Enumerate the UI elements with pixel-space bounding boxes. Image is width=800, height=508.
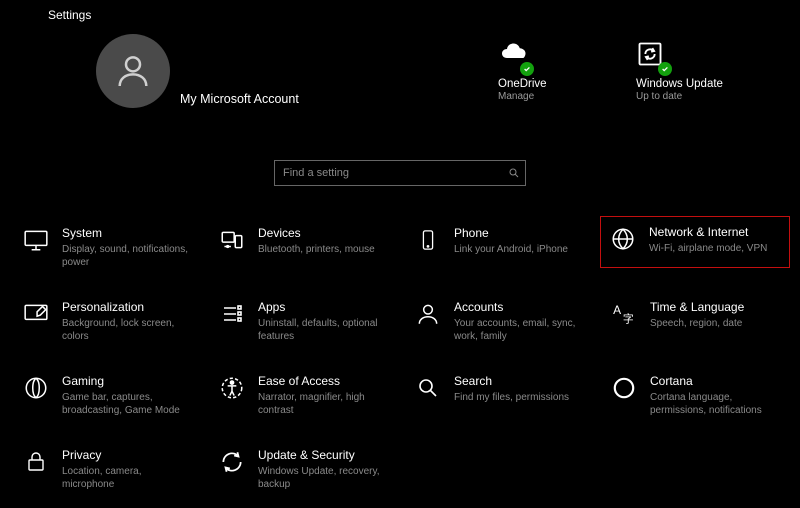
header: My Microsoft Account OneDrive Manage Win… bbox=[0, 34, 800, 124]
personalization-icon bbox=[22, 300, 50, 328]
category-subtitle: Link your Android, iPhone bbox=[454, 243, 586, 256]
category-gaming[interactable]: Gaming Game bar, captures, broadcasting, … bbox=[14, 368, 202, 423]
category-title: Personalization bbox=[62, 300, 194, 315]
category-subtitle: Cortana language, permissions, notificat… bbox=[650, 391, 782, 417]
category-title: Search bbox=[454, 374, 586, 389]
apps-icon bbox=[218, 300, 246, 328]
update-security-icon bbox=[218, 448, 246, 476]
category-subtitle: Uninstall, defaults, optional features bbox=[258, 317, 390, 343]
gaming-icon bbox=[22, 374, 50, 402]
account-block[interactable] bbox=[96, 34, 170, 108]
windows-update-title: Windows Update bbox=[636, 78, 756, 90]
onedrive-icon bbox=[498, 40, 530, 72]
category-update-security[interactable]: Update & Security Windows Update, recover… bbox=[210, 442, 398, 497]
category-devices[interactable]: Devices Bluetooth, printers, mouse bbox=[210, 220, 398, 262]
search-box[interactable] bbox=[274, 160, 526, 186]
globe-icon bbox=[609, 225, 637, 253]
category-subtitle: Location, camera, microphone bbox=[62, 465, 194, 491]
category-subtitle: Display, sound, notifications, power bbox=[62, 243, 194, 269]
windows-update-icon bbox=[636, 40, 668, 72]
category-search[interactable]: Search Find my files, permissions bbox=[406, 368, 594, 410]
time-language-icon: A字 bbox=[610, 300, 638, 328]
user-icon bbox=[113, 51, 153, 91]
category-title: Devices bbox=[258, 226, 390, 241]
category-subtitle: Bluetooth, printers, mouse bbox=[258, 243, 390, 256]
windows-update-subtitle: Up to date bbox=[636, 91, 756, 102]
search-icon[interactable] bbox=[503, 161, 525, 185]
category-title: Time & Language bbox=[650, 300, 782, 315]
category-title: Gaming bbox=[62, 374, 194, 389]
onedrive-subtitle: Manage bbox=[498, 91, 608, 102]
category-subtitle: Narrator, magnifier, high contrast bbox=[258, 391, 390, 417]
category-title: Apps bbox=[258, 300, 390, 315]
category-title: Ease of Access bbox=[258, 374, 390, 389]
accounts-icon bbox=[414, 300, 442, 328]
check-badge-icon bbox=[658, 62, 672, 76]
ease-of-access-icon bbox=[218, 374, 246, 402]
category-system[interactable]: System Display, sound, notifications, pow… bbox=[14, 220, 202, 275]
category-grid: System Display, sound, notifications, pow… bbox=[0, 216, 800, 508]
account-name: My Microsoft Account bbox=[180, 92, 299, 106]
category-ease-of-access[interactable]: Ease of Access Narrator, magnifier, high … bbox=[210, 368, 398, 423]
category-cortana[interactable]: Cortana Cortana language, permissions, no… bbox=[602, 368, 790, 423]
category-network[interactable]: Network & Internet Wi-Fi, airplane mode, … bbox=[600, 216, 790, 268]
category-accounts[interactable]: Accounts Your accounts, email, sync, work… bbox=[406, 294, 594, 349]
category-subtitle: Find my files, permissions bbox=[454, 391, 586, 404]
category-title: Cortana bbox=[650, 374, 782, 389]
category-title: Phone bbox=[454, 226, 586, 241]
category-apps[interactable]: Apps Uninstall, defaults, optional featur… bbox=[210, 294, 398, 349]
category-title: System bbox=[62, 226, 194, 241]
cortana-icon bbox=[610, 374, 638, 402]
category-title: Network & Internet bbox=[649, 225, 781, 240]
onedrive-title: OneDrive bbox=[498, 78, 608, 90]
category-subtitle: Speech, region, date bbox=[650, 317, 782, 330]
category-privacy[interactable]: Privacy Location, camera, microphone bbox=[14, 442, 202, 497]
category-subtitle: Windows Update, recovery, backup bbox=[258, 465, 390, 491]
svg-text:A: A bbox=[613, 303, 621, 317]
window-title: Settings bbox=[48, 8, 91, 22]
category-subtitle: Background, lock screen, colors bbox=[62, 317, 194, 343]
monitor-icon bbox=[22, 226, 50, 254]
category-time-language[interactable]: A字 Time & Language Speech, region, date bbox=[602, 294, 790, 336]
category-phone[interactable]: Phone Link your Android, iPhone bbox=[406, 220, 594, 262]
category-title: Accounts bbox=[454, 300, 586, 315]
check-badge-icon bbox=[520, 62, 534, 76]
category-subtitle: Game bar, captures, broadcasting, Game M… bbox=[62, 391, 194, 417]
devices-icon bbox=[218, 226, 246, 254]
phone-icon bbox=[414, 226, 442, 254]
category-title: Privacy bbox=[62, 448, 194, 463]
search-category-icon bbox=[414, 374, 442, 402]
status-onedrive[interactable]: OneDrive Manage bbox=[498, 40, 608, 102]
search-input[interactable] bbox=[275, 167, 503, 179]
privacy-icon bbox=[22, 448, 50, 476]
category-title: Update & Security bbox=[258, 448, 390, 463]
svg-text:字: 字 bbox=[623, 312, 634, 326]
avatar bbox=[96, 34, 170, 108]
category-personalization[interactable]: Personalization Background, lock screen, … bbox=[14, 294, 202, 349]
status-windows-update[interactable]: Windows Update Up to date bbox=[636, 40, 756, 102]
category-subtitle: Your accounts, email, sync, work, family bbox=[454, 317, 586, 343]
category-subtitle: Wi-Fi, airplane mode, VPN bbox=[649, 242, 781, 255]
